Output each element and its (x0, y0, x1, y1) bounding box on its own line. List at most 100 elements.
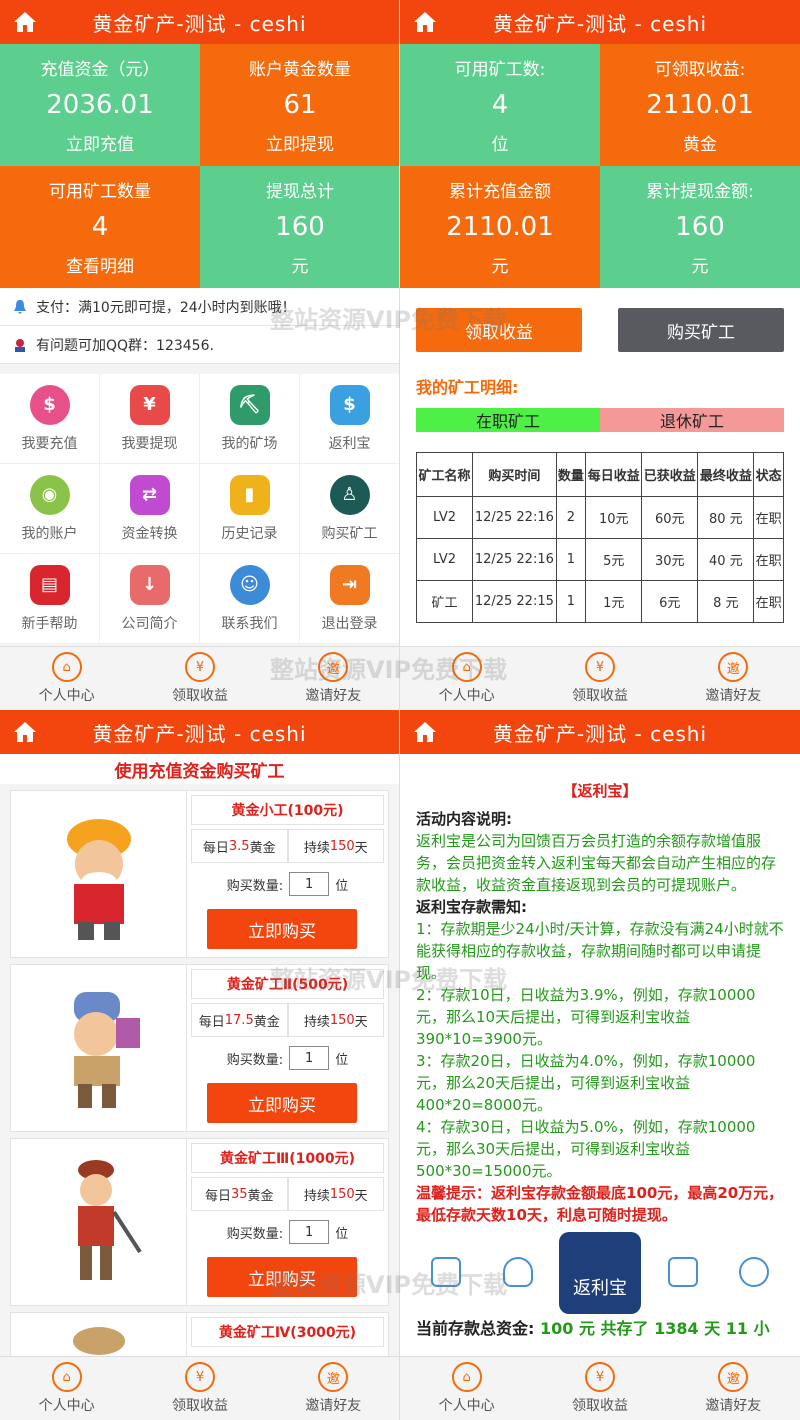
table-cell: 5元 (585, 538, 643, 581)
app-title: 黄金矿产-测试 - ceshi (492, 11, 708, 36)
tab-invite[interactable]: 邀邀请好友 (667, 647, 800, 710)
qq-notice: 有问题可加QQ群：123456. (0, 326, 399, 364)
buy-miner-button[interactable]: 购买矿工 (618, 308, 784, 352)
document-icon (416, 1243, 476, 1303)
menu-buy-miner[interactable]: ♙ 购买矿工 (300, 464, 399, 554)
tab-collect[interactable]: ¥ 领取收益 (133, 647, 266, 710)
menu-rebate[interactable]: $ 返利宝 (300, 374, 399, 464)
stat-gold[interactable]: 账户黄金数量 61 立即提现 (200, 44, 399, 166)
stat-value: 61 (283, 90, 317, 120)
product-name: 黄金小工(100元) (191, 795, 384, 825)
buy-now-button[interactable]: 立即购买 (207, 1257, 357, 1297)
menu-transfer[interactable]: ⇄ 资金转换 (100, 464, 200, 554)
bell-icon (14, 299, 26, 314)
stat-title: 累计提现金额: (646, 182, 754, 202)
tab-invite[interactable]: 邀邀请好友 (267, 1357, 399, 1420)
article-title: 【返利宝】 (562, 782, 638, 800)
table-row: LV2 12/25 22:16 1 5元 30元 40 元在职 (415, 538, 784, 581)
stat-miners[interactable]: 可用矿工数量 4 查看明细 (0, 166, 200, 288)
shield-icon (488, 1243, 548, 1303)
quantity-row: 购买数量: 1 位 (191, 1041, 384, 1075)
menu-label: 购买矿工 (321, 525, 378, 542)
miner-status-tabs: 在职矿工 退休矿工 (416, 408, 784, 432)
stat-title: 可用矿工数量 (49, 182, 151, 202)
miner-illustration (11, 791, 187, 957)
invite-icon: 邀 (718, 652, 749, 682)
tab-invite[interactable]: 邀邀请好友 (667, 1357, 800, 1420)
table-row: LV2 12/25 22:16 2 10元 60元 80 元在职 (415, 496, 784, 539)
stat-value: 2110.01 (646, 90, 754, 120)
menu-mine[interactable]: ⛏ 我的矿场 (200, 374, 300, 464)
quantity-input[interactable]: 1 (289, 872, 330, 896)
stat-link[interactable]: 立即充值 (66, 130, 134, 155)
table-cell: 40 元 (697, 538, 755, 581)
home-icon[interactable] (12, 10, 38, 34)
home-icon: ⌂ (51, 1362, 82, 1392)
menu-account[interactable]: ◉ 我的账户 (0, 464, 100, 554)
stat-link[interactable]: 立即提现 (266, 130, 334, 155)
tab-retired-miners[interactable]: 退休矿工 (600, 408, 784, 432)
quantity-input[interactable]: 1 (289, 1046, 330, 1070)
menu-withdraw[interactable]: ¥ 我要提现 (100, 374, 200, 464)
tab-invite[interactable]: 邀邀请好友 (267, 647, 399, 710)
yen-icon: ¥ (184, 652, 215, 682)
tab-label: 个人中心 (438, 688, 495, 704)
collect-button[interactable]: 领取收益 (416, 308, 582, 352)
menu-about[interactable]: ↓ 公司简介 (100, 554, 200, 644)
tab-label: 邀请好友 (305, 688, 362, 704)
menu-history[interactable]: ▮ 历史记录 (200, 464, 300, 554)
tab-label: 个人中心 (38, 688, 95, 704)
duration: 持续 150 天 (287, 829, 384, 863)
rule-item: 1：存款期是少24小时/天计算，存款没有满24小时就不能获得相应的存款收益，存款… (416, 920, 784, 982)
page-subtitle: 使用充值资金购买矿工 (0, 754, 399, 784)
menu-recharge[interactable]: $ 我要充值 (0, 374, 100, 464)
menu-logout[interactable]: ⇥ 退出登录 (300, 554, 399, 644)
tab-profile[interactable]: ⌂ 个人中心 (400, 1357, 533, 1420)
stat-recharge[interactable]: 充值资金（元） 2036.01 立即充值 (0, 44, 200, 166)
menu-label: 我的账户 (21, 525, 78, 542)
buy-miner-panel: 黄金矿产-测试 - ceshi 使用充值资金购买矿工 黄金小工(100元) 每日… (0, 710, 400, 1420)
rule-item: 4：存款30日，日收益为5.0%，例如，存款10000元，那么30天后提出，可得… (416, 1118, 756, 1180)
table-cell: LV2 (415, 538, 474, 581)
section-heading: 返利宝存款需知: (416, 898, 527, 916)
table-row: 矿工 12/25 22:15 1 1元 6元 8 元在职 (415, 580, 784, 623)
menu-label: 公司简介 (121, 615, 178, 632)
header: 黄金矿产-测试 - ceshi (0, 710, 399, 754)
table-cell: 60元 (641, 496, 699, 539)
duration: 持续 150 天 (287, 1003, 384, 1037)
menu-contact[interactable]: ☺ 联系我们 (200, 554, 300, 644)
tab-profile[interactable]: ⌂ 个人中心 (0, 647, 133, 710)
section-heading: 活动内容说明: (416, 810, 512, 828)
book-icon: ▤ (29, 564, 70, 605)
daily-yield: 每日 17.5 黄金 (191, 1003, 288, 1037)
tab-collect[interactable]: ¥ 领取收益 (133, 1357, 266, 1420)
tab-collect[interactable]: ¥ 领取收益 (533, 1357, 666, 1420)
buy-now-button[interactable]: 立即购买 (207, 909, 357, 949)
tab-active-miners[interactable]: 在职矿工 (416, 408, 600, 432)
miner-icon: ♙ (329, 474, 370, 515)
table-header: 已获收益 (641, 452, 699, 497)
home-icon[interactable] (412, 10, 438, 34)
tab-label: 领取收益 (571, 688, 628, 704)
tab-profile[interactable]: ⌂ 个人中心 (0, 1357, 133, 1420)
quantity-input[interactable]: 1 (289, 1220, 330, 1244)
home-icon[interactable] (412, 720, 438, 744)
app-title: 黄金矿产-测试 - ceshi (492, 721, 708, 746)
buy-now-button[interactable]: 立即购买 (207, 1083, 357, 1123)
tab-collect[interactable]: ¥ 领取收益 (533, 647, 666, 710)
tab-profile[interactable]: ⌂ 个人中心 (400, 647, 533, 710)
header: 黄金矿产-测试 - ceshi (400, 710, 800, 754)
tab-bar: ⌂ 个人中心 ¥ 领取收益 邀邀请好友 (0, 646, 399, 710)
rebate-logo: 返利宝 (559, 1232, 641, 1314)
trust-logos: 返利宝 (416, 1232, 784, 1314)
home-icon[interactable] (12, 720, 38, 744)
table-header: 矿工名称 (415, 452, 474, 497)
table-header: 最终收益 (697, 452, 755, 497)
stat-link[interactable]: 查看明细 (66, 252, 134, 277)
atm-icon: ¥ (129, 384, 170, 425)
stat-value: 4 (491, 90, 509, 120)
miner-illustration (11, 965, 187, 1131)
menu-help[interactable]: ▤ 新手帮助 (0, 554, 100, 644)
home-icon: ⌂ (451, 1362, 482, 1392)
table-header: 状态 (753, 452, 784, 497)
